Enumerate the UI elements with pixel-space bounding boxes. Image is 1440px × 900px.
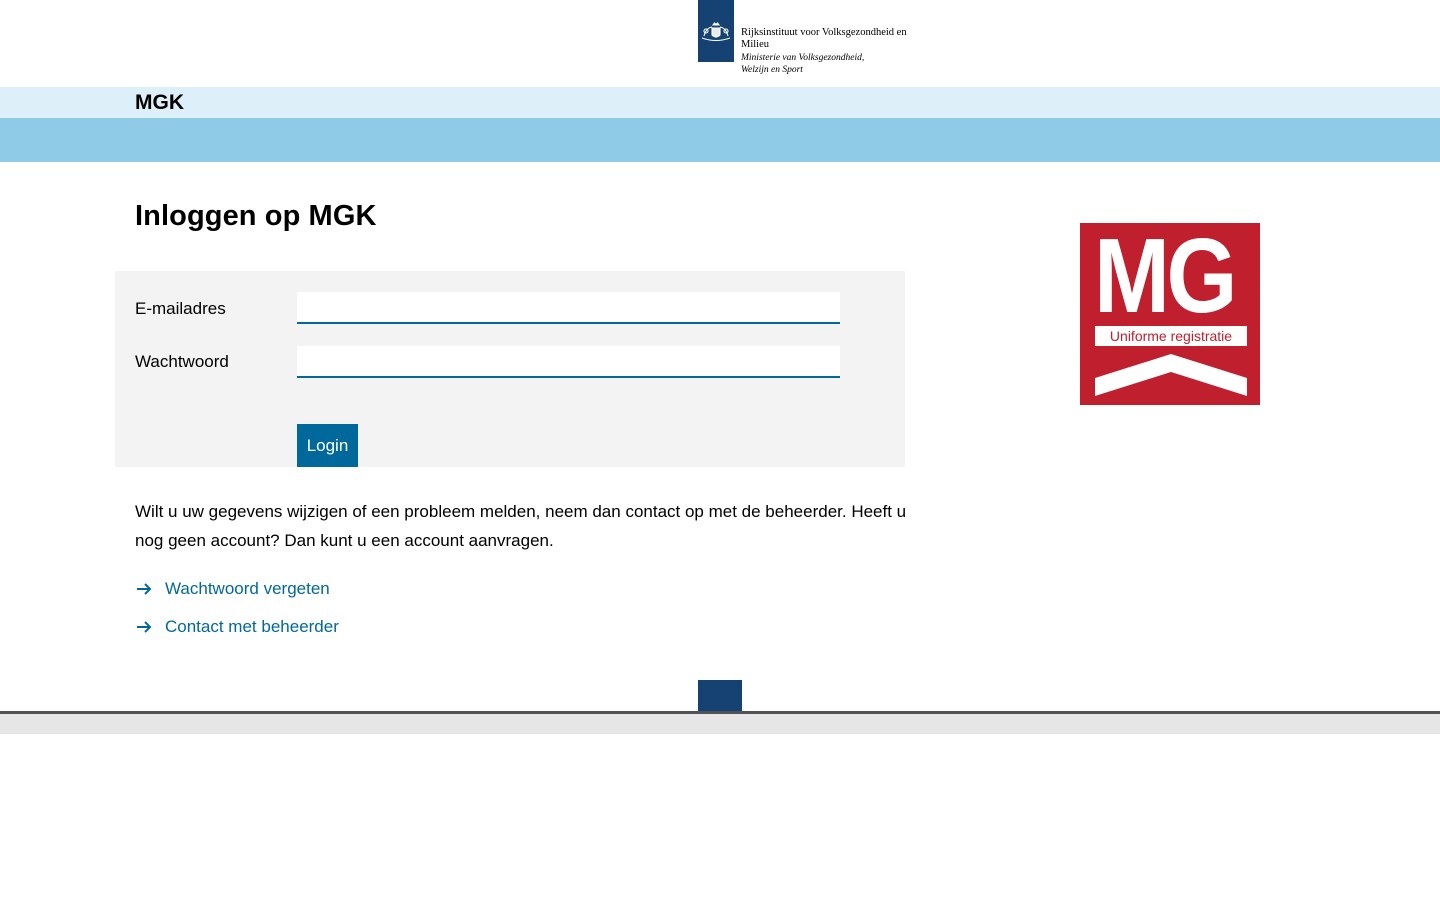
mg-logo-letters: MG (1094, 217, 1237, 335)
email-field[interactable] (297, 292, 840, 324)
info-text: Wilt u uw gegevens wijzigen of een probl… (135, 502, 907, 550)
email-label: E-mailadres (135, 299, 226, 318)
app-title[interactable]: MGK (135, 91, 184, 115)
rijksoverheid-logo[interactable]: Rijksinstituut voor Volksgezondheid en M… (698, 0, 908, 80)
page-header: Rijksinstituut voor Volksgezondheid en M… (0, 0, 1440, 87)
page-title: Inloggen op MGK (135, 200, 377, 232)
mg-uniforme-registratie-logo: MG Uniforme registratie (1080, 223, 1260, 405)
organisation-name: Rijksinstituut voor Volksgezondheid en M… (741, 27, 908, 76)
forgot-password-link[interactable]: Wachtwoord vergeten (165, 579, 330, 599)
list-item: Wachtwoord vergeten (135, 570, 339, 608)
chevron-up-icon (1095, 354, 1247, 396)
arrow-right-icon (137, 621, 152, 633)
coat-of-arms-icon (698, 0, 734, 62)
contact-admin-link[interactable]: Contact met beheerder (165, 617, 339, 637)
back-to-top-tab[interactable] (698, 680, 742, 711)
org-name: Rijksinstituut voor Volksgezondheid en M… (741, 27, 907, 50)
navigation-bar (0, 118, 1440, 162)
list-item: Contact met beheerder (135, 608, 339, 646)
arrow-right-icon (137, 583, 152, 595)
password-label: Wachtwoord (135, 352, 229, 371)
app-title-bar: MGK (0, 87, 1440, 118)
page-footer (0, 711, 1440, 734)
password-field[interactable] (297, 346, 840, 378)
login-button[interactable]: Login (297, 424, 358, 467)
login-form: E-mailadres Wachtwoord Login (115, 271, 905, 467)
mg-logo-tagline: Uniforme registratie (1095, 326, 1247, 346)
ministry-name: Ministerie van Volksgezondheid, Welzijn … (741, 53, 865, 75)
link-list: Wachtwoord vergeten Contact met beheerde… (135, 570, 339, 646)
